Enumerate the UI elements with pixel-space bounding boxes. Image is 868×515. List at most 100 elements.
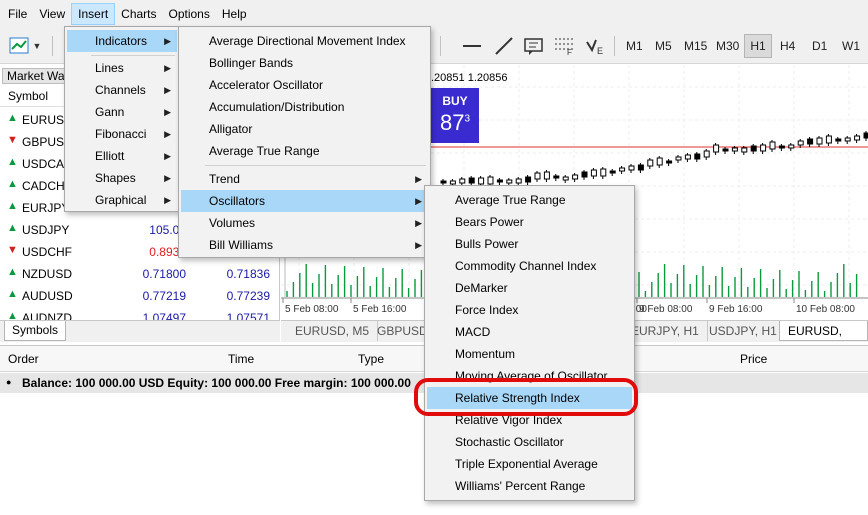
menu-charts[interactable]: Charts xyxy=(115,3,162,25)
trendline-icon[interactable] xyxy=(492,34,516,58)
timeframe-d1[interactable]: D1 xyxy=(808,34,831,58)
menu-help[interactable]: Help xyxy=(216,3,253,25)
candle-body xyxy=(854,135,861,141)
menu-item-indicators[interactable]: Indicators xyxy=(67,30,177,52)
arrow-down-icon: ▼ xyxy=(7,244,18,256)
menu-item-oscillators[interactable]: Oscillators xyxy=(181,190,428,212)
menu-item-oscillator[interactable]: Bulls Power xyxy=(427,233,632,255)
column-type[interactable]: Type xyxy=(358,352,384,366)
bid-price: 0.71800 xyxy=(142,267,186,281)
buy-label: BUY xyxy=(442,94,468,108)
chart-tab[interactable]: EURJPY, H1 xyxy=(623,321,708,341)
menu-item-oscillator[interactable]: Force Index xyxy=(427,299,632,321)
timeframe-w1[interactable]: W1 xyxy=(838,34,864,58)
menu-item-oscillator[interactable]: Williams' Percent Range xyxy=(427,475,632,497)
candle-body xyxy=(515,178,522,184)
menu-item-oscillator[interactable]: Average True Range xyxy=(427,189,632,211)
svg-text:E: E xyxy=(597,46,603,56)
elliott-icon[interactable]: E xyxy=(584,34,608,58)
market-watch-title: Market Watch xyxy=(2,68,68,84)
candle-body xyxy=(656,157,663,166)
menu-item-indicator[interactable]: Bollinger Bands xyxy=(181,52,428,74)
candle-body xyxy=(722,148,729,152)
menu-item-oscillator[interactable]: MACD xyxy=(427,321,632,343)
collapse-icon[interactable]: ● xyxy=(6,377,11,387)
candle-body xyxy=(863,132,868,139)
fibonacci-icon[interactable]: F xyxy=(552,34,576,58)
menu-item-volumes[interactable]: Volumes xyxy=(181,212,428,234)
buy-button[interactable]: BUY 873 xyxy=(431,88,479,143)
menu-item-oscillator[interactable]: DeMarker xyxy=(427,277,632,299)
x-tick-label: 9 Feb 16:00 xyxy=(709,304,763,315)
symbol-name: NZDUSD xyxy=(22,267,72,281)
menu-item-channels[interactable]: Channels xyxy=(67,79,177,101)
menu-bar: File View Insert Charts Options Help xyxy=(0,0,868,28)
chart-tab[interactable]: USDJPY, H1 xyxy=(701,321,786,341)
candle-body xyxy=(562,176,569,181)
indicators-menu: Average Directional Movement Index Bollin… xyxy=(178,26,431,258)
submenu-arrow-icon: ▶ xyxy=(164,173,171,183)
candle-body xyxy=(637,164,644,171)
candle-body xyxy=(581,171,588,178)
timeframe-h1[interactable]: H1 xyxy=(744,34,772,58)
text-label-icon[interactable] xyxy=(522,34,546,58)
market-watch-row[interactable]: ▲ AUDUSD 0.77219 0.77239 xyxy=(0,285,280,307)
chevron-down-icon[interactable]: ▼ xyxy=(30,34,44,58)
menu-item-graphical[interactable]: Graphical xyxy=(67,189,177,211)
menu-item-shapes[interactable]: Shapes xyxy=(67,167,177,189)
menu-item-indicator[interactable]: Average True Range xyxy=(181,140,428,162)
menu-item-indicator[interactable]: Average Directional Movement Index xyxy=(181,30,428,52)
menu-item-indicator[interactable]: Accelerator Oscillator xyxy=(181,74,428,96)
menu-view[interactable]: View xyxy=(33,3,71,25)
timeframe-m15[interactable]: M15 xyxy=(680,34,711,58)
timeframe-h4[interactable]: H4 xyxy=(776,34,799,58)
candle-body xyxy=(459,178,466,184)
menu-item-oscillator[interactable]: Bears Power xyxy=(427,211,632,233)
column-symbol[interactable]: Symbol xyxy=(8,89,48,103)
timeframe-m30[interactable]: M30 xyxy=(712,34,743,58)
menu-options[interactable]: Options xyxy=(163,3,216,25)
column-price[interactable]: Price xyxy=(740,352,767,366)
menu-file[interactable]: File xyxy=(2,3,33,25)
chart-tab-active[interactable]: EURUSD, H1 xyxy=(779,321,868,358)
candle-body xyxy=(684,154,691,160)
candle-body xyxy=(440,180,447,184)
menu-item-oscillator[interactable]: Stochastic Oscillator xyxy=(427,431,632,453)
menu-insert[interactable]: Insert xyxy=(71,3,116,25)
menu-item-indicator[interactable]: Alligator xyxy=(181,118,428,140)
menu-item-indicator[interactable]: Accumulation/Distribution xyxy=(181,96,428,118)
candle-body xyxy=(703,150,710,158)
submenu-arrow-icon: ▶ xyxy=(164,63,171,73)
market-watch-row[interactable]: ▲ NZDUSD 0.71800 0.71836 xyxy=(0,263,280,285)
timeframe-m1[interactable]: M1 xyxy=(622,34,647,58)
horizontal-line-icon[interactable] xyxy=(460,34,484,58)
new-chart-icon[interactable] xyxy=(8,34,32,58)
menu-item-oscillator[interactable]: Momentum xyxy=(427,343,632,365)
menu-item-fibonacci[interactable]: Fibonacci xyxy=(67,123,177,145)
candle-body xyxy=(600,168,607,177)
menu-item-bill-williams[interactable]: Bill Williams xyxy=(181,234,428,256)
menu-item-lines[interactable]: Lines xyxy=(67,57,177,79)
arrow-up-icon: ▲ xyxy=(7,178,18,190)
x-tick-label: 5 Feb 16:00 xyxy=(353,304,407,315)
tab-symbols[interactable]: Symbols xyxy=(4,321,66,341)
candle-body xyxy=(741,147,748,153)
submenu-arrow-icon: ▶ xyxy=(164,36,171,46)
menu-item-trend[interactable]: Trend xyxy=(181,168,428,190)
candle-body xyxy=(760,144,767,152)
symbol-name: USDJPY xyxy=(22,223,70,237)
candle-body xyxy=(619,167,626,172)
chart-tab[interactable]: EURUSD, M5 xyxy=(287,321,379,341)
menu-item-oscillator[interactable]: Commodity Channel Index xyxy=(427,255,632,277)
column-time[interactable]: Time xyxy=(228,352,254,366)
submenu-arrow-icon: ▶ xyxy=(164,129,171,139)
menu-item-gann[interactable]: Gann xyxy=(67,101,177,123)
timeframe-m5[interactable]: M5 xyxy=(651,34,676,58)
column-order[interactable]: Order xyxy=(8,352,39,366)
submenu-arrow-icon: ▶ xyxy=(415,240,422,250)
candle-body xyxy=(825,135,832,144)
menu-item-elliott[interactable]: Elliott xyxy=(67,145,177,167)
menu-item-oscillator[interactable]: Triple Exponential Average xyxy=(427,453,632,475)
symbol-name: EURJPY xyxy=(22,201,70,215)
candle-body xyxy=(468,177,475,184)
